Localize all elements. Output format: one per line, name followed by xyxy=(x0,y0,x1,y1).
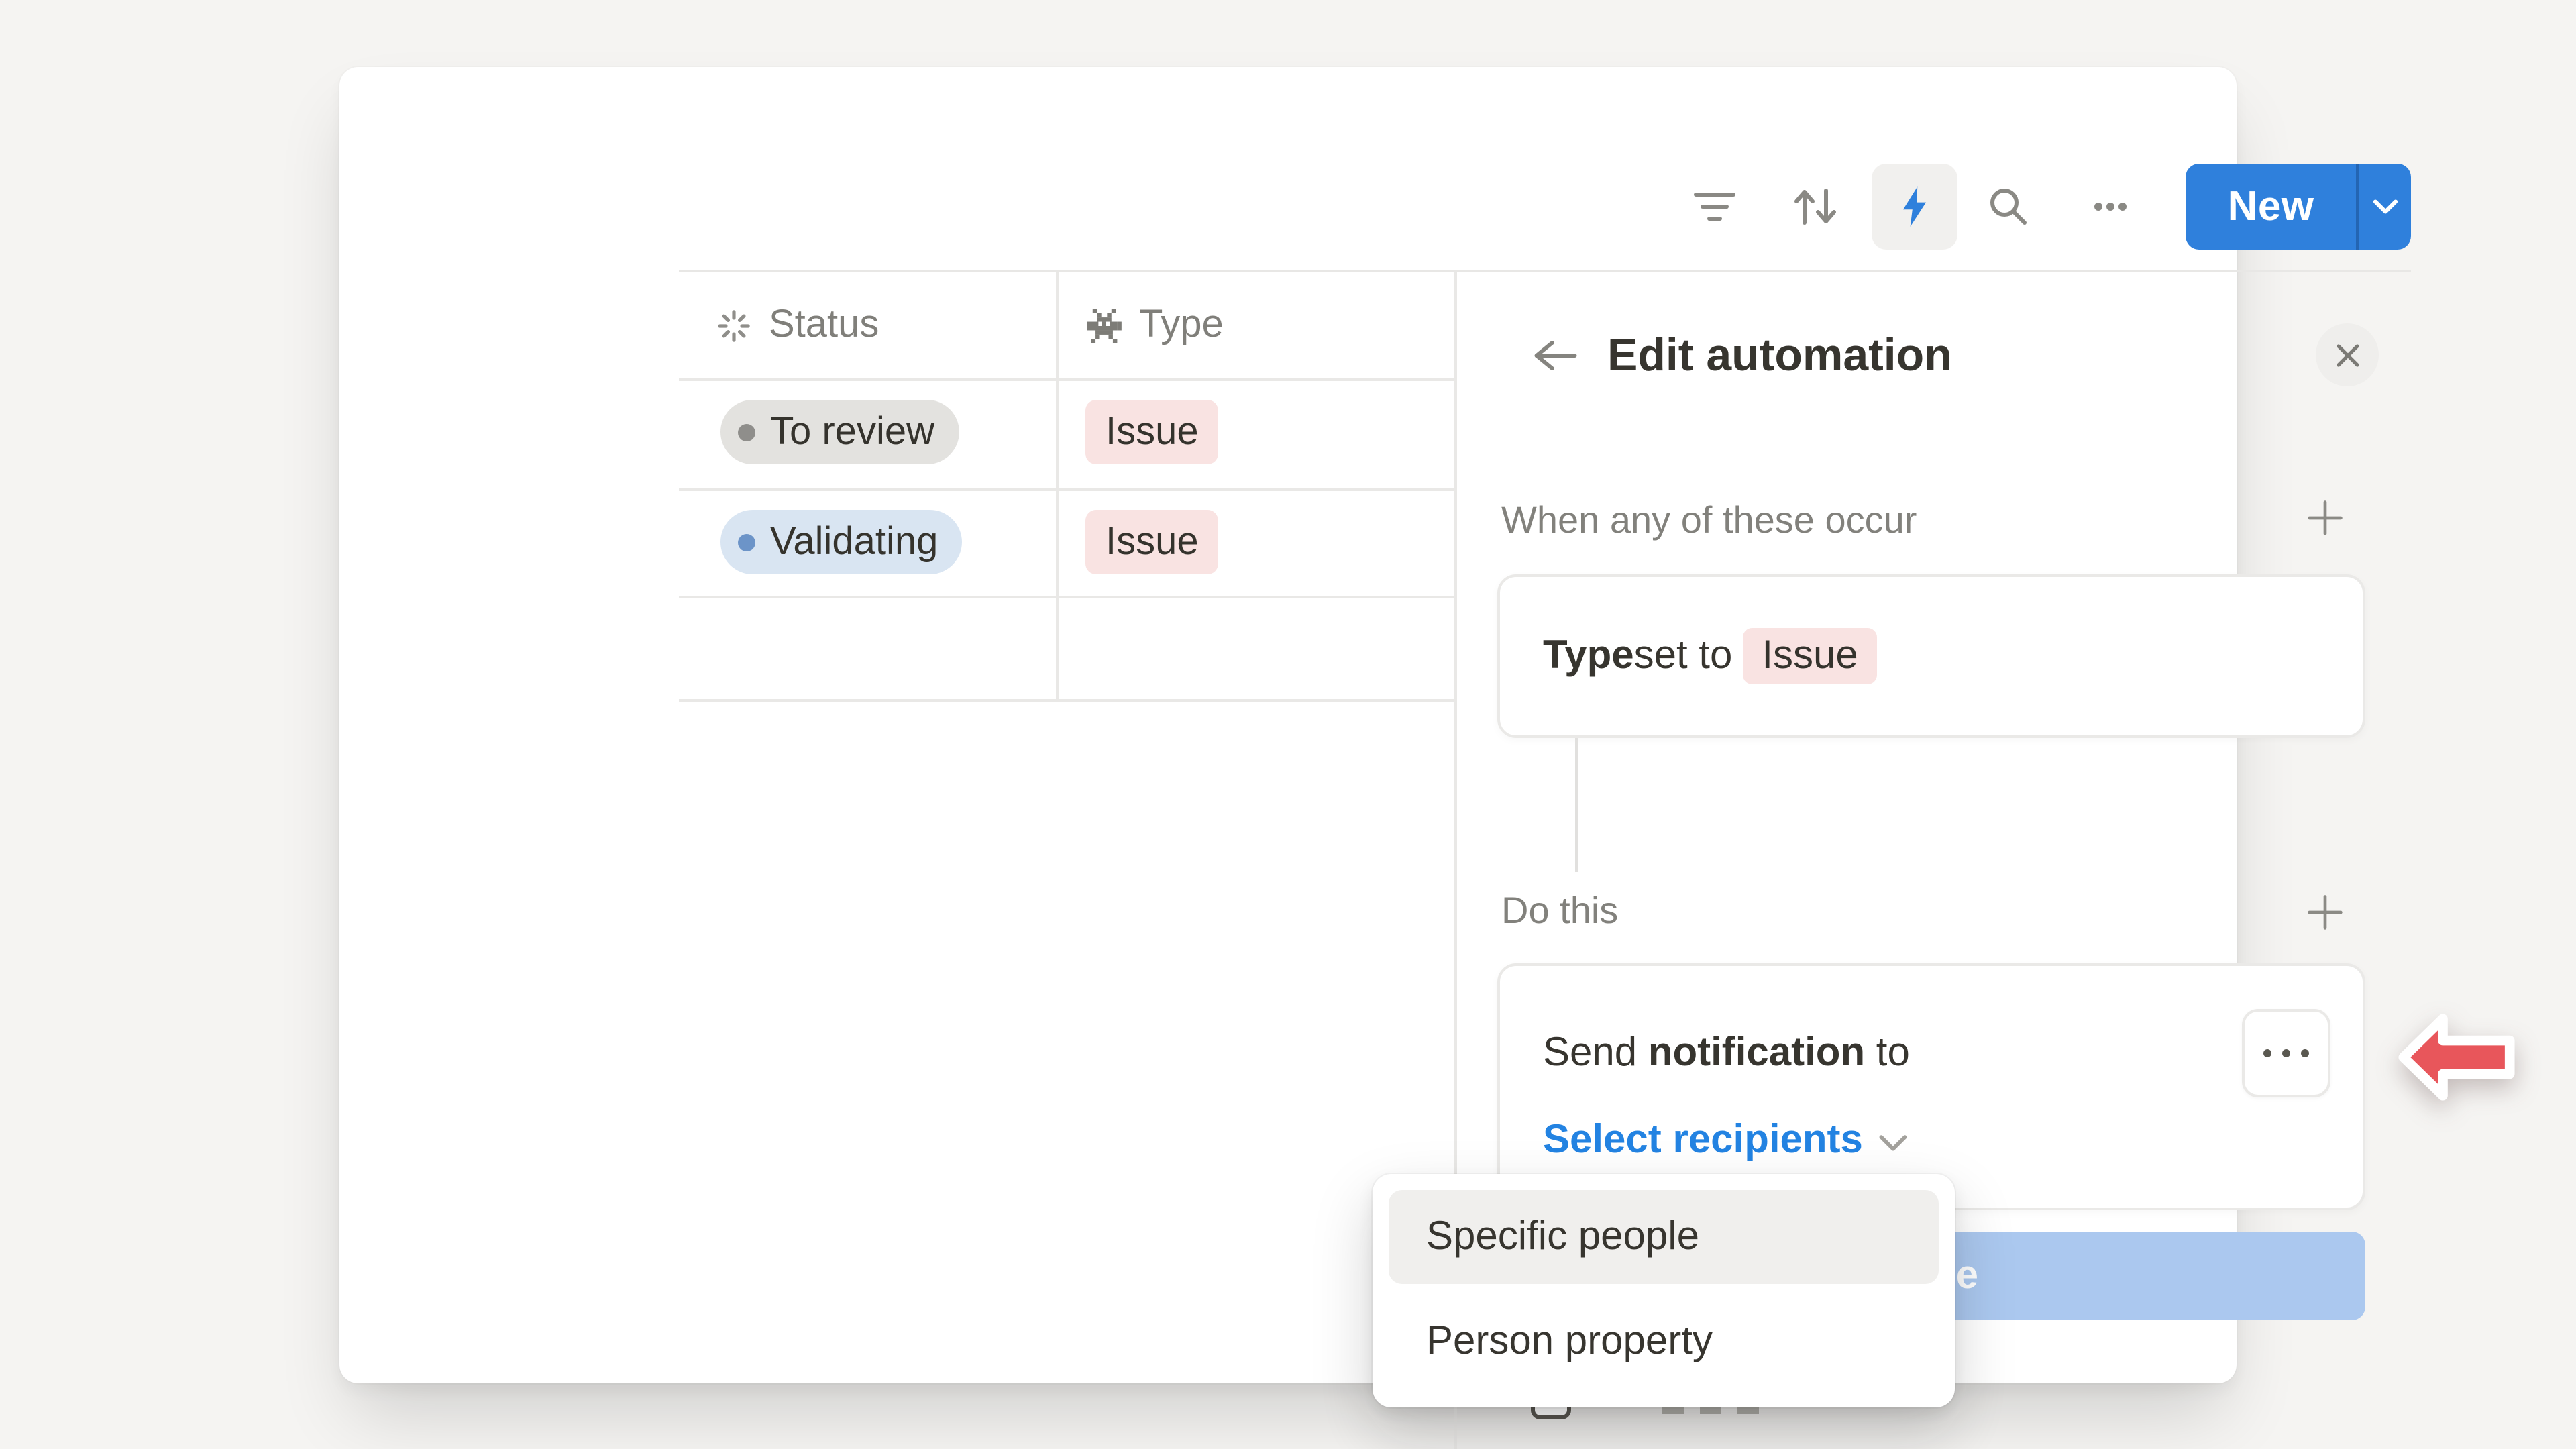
plus-icon xyxy=(2302,495,2348,541)
filter-button[interactable] xyxy=(1685,177,1744,236)
back-button[interactable] xyxy=(1524,325,1586,386)
search-button[interactable] xyxy=(1979,177,2038,236)
trigger-connector: set to xyxy=(1634,633,1733,679)
trigger-text: Type set to Issue xyxy=(1543,628,1877,684)
status-burst-icon xyxy=(715,307,753,344)
flow-connector xyxy=(1575,738,1578,872)
table-gridline xyxy=(679,378,1454,381)
add-action-button[interactable] xyxy=(2296,883,2355,942)
ellipsis-icon xyxy=(2090,188,2131,225)
column-header-status[interactable]: Status xyxy=(715,272,879,378)
filter-icon xyxy=(1692,188,1737,225)
new-button[interactable]: New xyxy=(2186,164,2411,250)
close-icon xyxy=(2332,340,2362,370)
select-recipients-dropdown[interactable]: Select recipients xyxy=(1543,1118,1909,1163)
table-gridline xyxy=(679,596,1454,598)
action-prefix: Send xyxy=(1543,1030,1648,1075)
column-header-label: Type xyxy=(1139,303,1224,347)
status-pill-label: Validating xyxy=(770,520,938,564)
menu-item-specific-people[interactable]: Specific people xyxy=(1389,1190,1939,1284)
type-tag-issue[interactable]: Issue xyxy=(1085,400,1219,464)
new-button-label: New xyxy=(2186,164,2356,250)
panel-title: Edit automation xyxy=(1607,325,1952,386)
arrow-left-icon xyxy=(1529,334,1580,377)
add-trigger-button[interactable] xyxy=(2296,488,2355,547)
chevron-down-icon xyxy=(1879,1134,1909,1154)
dot xyxy=(2263,1049,2271,1057)
menu-item-label: Specific people xyxy=(1426,1214,1699,1260)
plus-icon xyxy=(2302,890,2348,935)
new-dropdown-toggle[interactable] xyxy=(2359,164,2411,250)
dot xyxy=(2301,1049,2309,1057)
table-gridline xyxy=(679,699,1454,702)
toolbar-divider xyxy=(679,270,2411,272)
action-description: Send notification to xyxy=(1543,1030,1910,1076)
bug-icon xyxy=(1085,307,1123,344)
recipients-dropdown-menu: Specific people Person property xyxy=(1373,1174,1955,1407)
status-dot xyxy=(738,533,755,551)
annotation-arrow-left-icon xyxy=(2398,1006,2516,1108)
menu-item-person-property[interactable]: Person property xyxy=(1389,1295,1939,1389)
action-suffix: to xyxy=(1865,1030,1910,1075)
action-more-button[interactable] xyxy=(2242,1009,2330,1097)
trigger-section-label: When any of these occur xyxy=(1501,499,1917,542)
close-button[interactable] xyxy=(2316,323,2379,386)
action-card[interactable]: Send notification to Select recipients xyxy=(1497,963,2365,1210)
table-gridline xyxy=(679,488,1454,491)
type-tag-label: Issue xyxy=(1106,410,1199,454)
column-header-label: Status xyxy=(769,303,879,347)
menu-item-label: Person property xyxy=(1426,1319,1713,1364)
status-pill-validating[interactable]: Validating xyxy=(720,510,962,574)
automations-button[interactable] xyxy=(1872,164,1957,250)
select-recipients-label: Select recipients xyxy=(1543,1118,1863,1163)
chevron-down-icon xyxy=(2373,197,2397,216)
action-emphasis: notification xyxy=(1648,1030,1865,1075)
type-tag-issue[interactable]: Issue xyxy=(1085,510,1219,574)
status-dot xyxy=(738,423,755,441)
search-icon xyxy=(1987,185,2030,228)
trigger-card[interactable]: Type set to Issue xyxy=(1497,574,2365,738)
type-tag-label: Issue xyxy=(1106,520,1199,564)
trigger-property: Type xyxy=(1543,633,1634,679)
screen: New St xyxy=(0,0,2576,1449)
dot xyxy=(2282,1049,2290,1057)
lightning-icon xyxy=(1897,185,1932,228)
more-options-button[interactable] xyxy=(2081,177,2140,236)
sort-button[interactable] xyxy=(1786,177,1845,236)
action-section-label: Do this xyxy=(1501,890,1618,932)
status-pill-label: To review xyxy=(770,410,934,454)
main-window: New St xyxy=(339,67,2237,1383)
trigger-value-tag: Issue xyxy=(1743,628,1876,684)
column-header-type[interactable]: Type xyxy=(1085,272,1224,378)
sort-icon xyxy=(1791,185,1839,228)
status-pill-to-review[interactable]: To review xyxy=(720,400,959,464)
column-divider xyxy=(1056,272,1059,699)
